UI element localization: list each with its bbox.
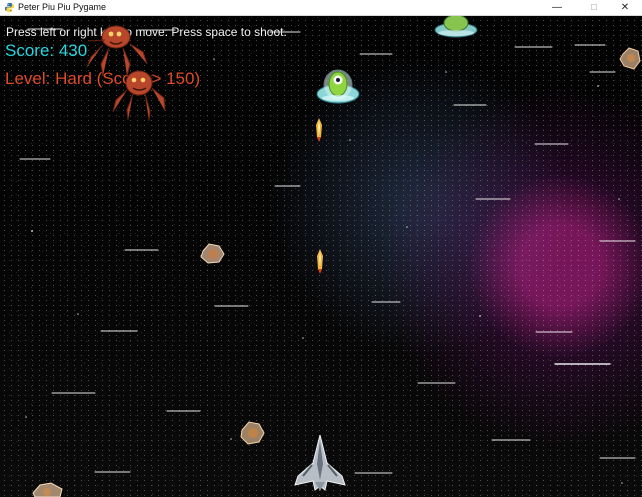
player-spaceship <box>294 434 346 491</box>
score-display: Score: 430 <box>5 41 88 60</box>
window-title: Peter Piu Piu Pygame <box>18 2 107 12</box>
missile <box>316 118 322 142</box>
close-button[interactable]: ✕ <box>608 0 642 16</box>
asteroid <box>240 421 265 445</box>
window-title-bar[interactable]: Peter Piu Piu Pygame — □ ✕ <box>0 0 642 16</box>
game-window: Peter Piu Piu Pygame — □ ✕ Press left or… <box>0 0 642 497</box>
alien-ufo <box>316 69 360 104</box>
missile <box>317 249 323 274</box>
asteroid <box>32 482 63 497</box>
game-canvas[interactable]: Press left or right key to move. Press s… <box>0 16 642 497</box>
alien-ufo <box>434 16 478 38</box>
asteroid <box>200 243 225 264</box>
minimize-button[interactable]: — <box>540 0 574 16</box>
python-app-icon <box>4 2 15 13</box>
maximize-button[interactable]: □ <box>577 0 611 16</box>
asteroid <box>619 47 641 70</box>
orange-spider-alien <box>112 70 166 122</box>
